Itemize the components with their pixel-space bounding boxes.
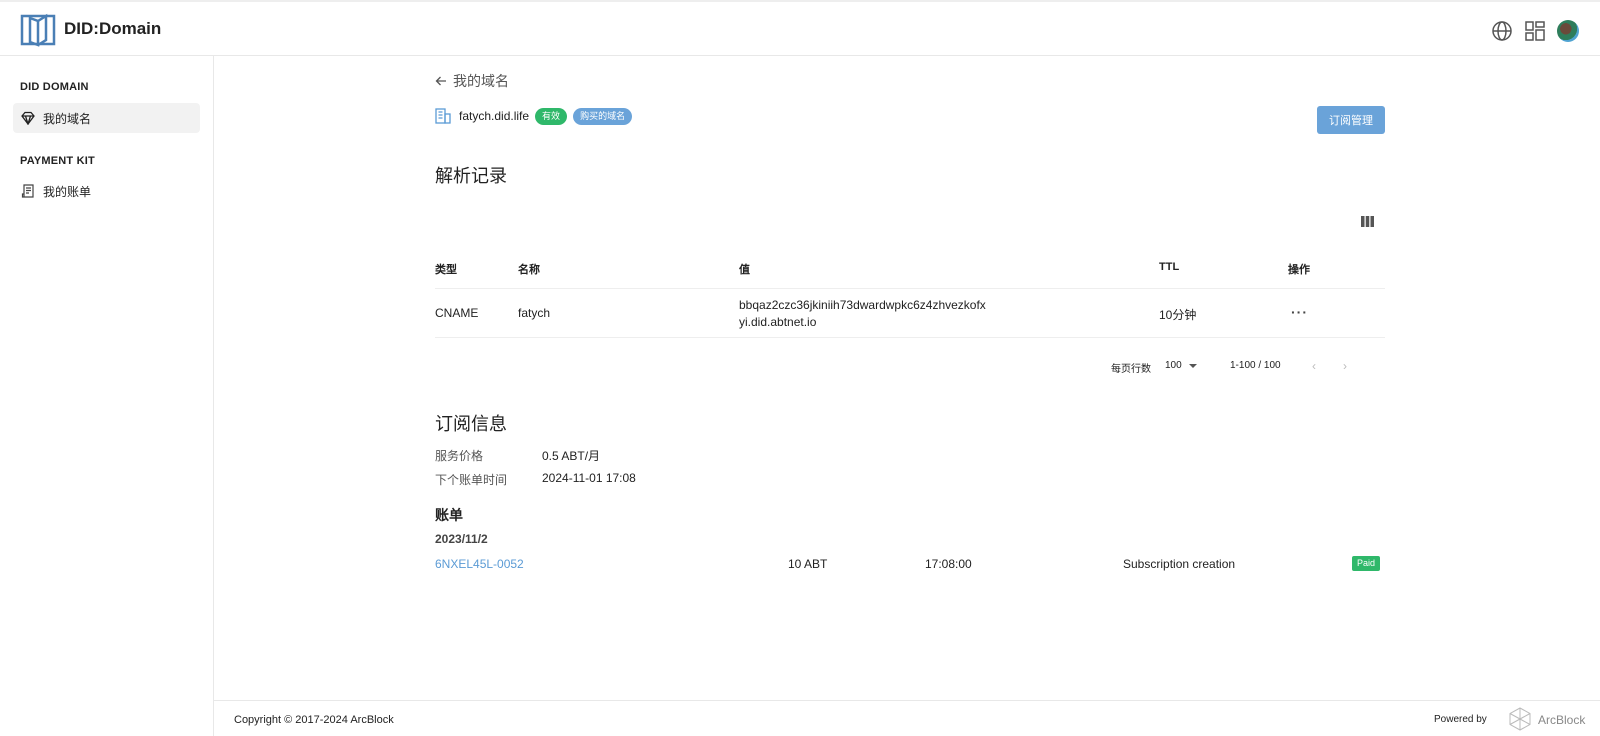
back-link[interactable]: 我的域名	[435, 71, 509, 91]
arcblock-logo-icon[interactable]	[1508, 707, 1532, 731]
diamond-icon	[21, 111, 35, 125]
next-bill-label: 下个账单时间	[435, 473, 508, 487]
record-type: CNAME	[435, 306, 479, 320]
record-value-line: yi.did.abtnet.io	[739, 315, 817, 329]
header-divider	[435, 288, 1385, 289]
sidebar: DID DOMAIN 我的域名 PAYMENT KIT 我的账单	[0, 56, 214, 736]
price-label: 服务价格	[435, 449, 484, 463]
footer: Copyright © 2017-2024 ArcBlock Powered b…	[214, 700, 1600, 736]
sidebar-item-my-domains[interactable]: 我的域名	[13, 103, 200, 133]
record-name: fatych	[518, 306, 551, 320]
next-page-icon[interactable]: ›	[1343, 359, 1347, 373]
columns-icon[interactable]	[1361, 216, 1374, 227]
sidebar-section-payment-kit: PAYMENT KIT	[20, 155, 95, 167]
receipt-icon	[21, 184, 34, 198]
app-title[interactable]: DID:Domain	[64, 19, 161, 39]
column-header-ttl[interactable]: TTL	[1159, 261, 1179, 273]
globe-icon[interactable]	[1491, 20, 1513, 42]
status-badge-valid: 有效	[535, 107, 568, 125]
back-link-label: 我的域名	[453, 73, 509, 89]
powered-by-label: Powered by	[1434, 714, 1487, 725]
user-avatar[interactable]	[1557, 20, 1579, 42]
sidebar-item-label: 我的域名	[43, 111, 92, 126]
domain-name: fatych.did.life	[459, 109, 530, 123]
column-header-name[interactable]: 名称	[518, 261, 540, 277]
bill-time: 17:08:00	[925, 557, 972, 571]
rows-per-page-label: 每页行数	[1111, 364, 1151, 375]
sidebar-item-label: 我的账单	[43, 184, 92, 199]
pagination-range: 1-100 / 100	[1230, 360, 1281, 371]
arrow-left-icon	[435, 76, 446, 86]
subscription-manage-button[interactable]: 订阅管理	[1317, 106, 1385, 134]
bills-title: 账单	[435, 507, 463, 523]
sidebar-item-my-bills[interactable]: 我的账单	[13, 176, 200, 206]
sidebar-section-did-domain: DID DOMAIN	[20, 81, 89, 93]
bill-description: Subscription creation	[1123, 557, 1236, 571]
did-domain-logo[interactable]	[20, 12, 56, 48]
chevron-down-icon[interactable]	[1189, 364, 1197, 368]
row-divider	[435, 337, 1385, 338]
bill-date: 2023/11/2	[435, 532, 488, 546]
building-icon	[435, 108, 451, 124]
bill-id-link[interactable]: 6NXEL45L-0052	[435, 557, 524, 571]
top-bar: DID:Domain	[0, 0, 1600, 56]
record-ttl: 10分钟	[1159, 308, 1197, 322]
subscription-title: 订阅信息	[435, 414, 507, 434]
apps-grid-icon[interactable]	[1524, 20, 1546, 42]
rows-per-page-select[interactable]: 100	[1165, 360, 1182, 371]
domain-header: fatych.did.life 有效 购买的域名	[435, 106, 638, 126]
copyright-text: Copyright © 2017-2024 ArcBlock	[234, 714, 394, 726]
arcblock-brand[interactable]: ArcBlock	[1538, 713, 1585, 727]
record-value-line: bbqaz2czc36jkiniih73dwardwpkc6z4zhvezkof…	[739, 298, 986, 312]
prev-page-icon[interactable]: ‹	[1312, 359, 1316, 373]
bill-amount: 10 ABT	[788, 557, 828, 571]
next-bill-value: 2024-11-01 17:08	[542, 471, 636, 485]
record-value: bbqaz2czc36jkiniih73dwardwpkc6z4zhvezkof…	[739, 297, 1019, 331]
column-header-value[interactable]: 值	[739, 261, 750, 277]
badge-purchased-domain: 购买的域名	[573, 107, 633, 125]
status-badge-paid: Paid	[1352, 556, 1381, 571]
more-actions-icon[interactable]: ···	[1291, 304, 1308, 320]
records-title: 解析记录	[435, 166, 507, 186]
column-header-type[interactable]: 类型	[435, 261, 457, 277]
price-value: 0.5 ABT/月	[542, 449, 601, 463]
column-header-actions: 操作	[1288, 264, 1310, 276]
